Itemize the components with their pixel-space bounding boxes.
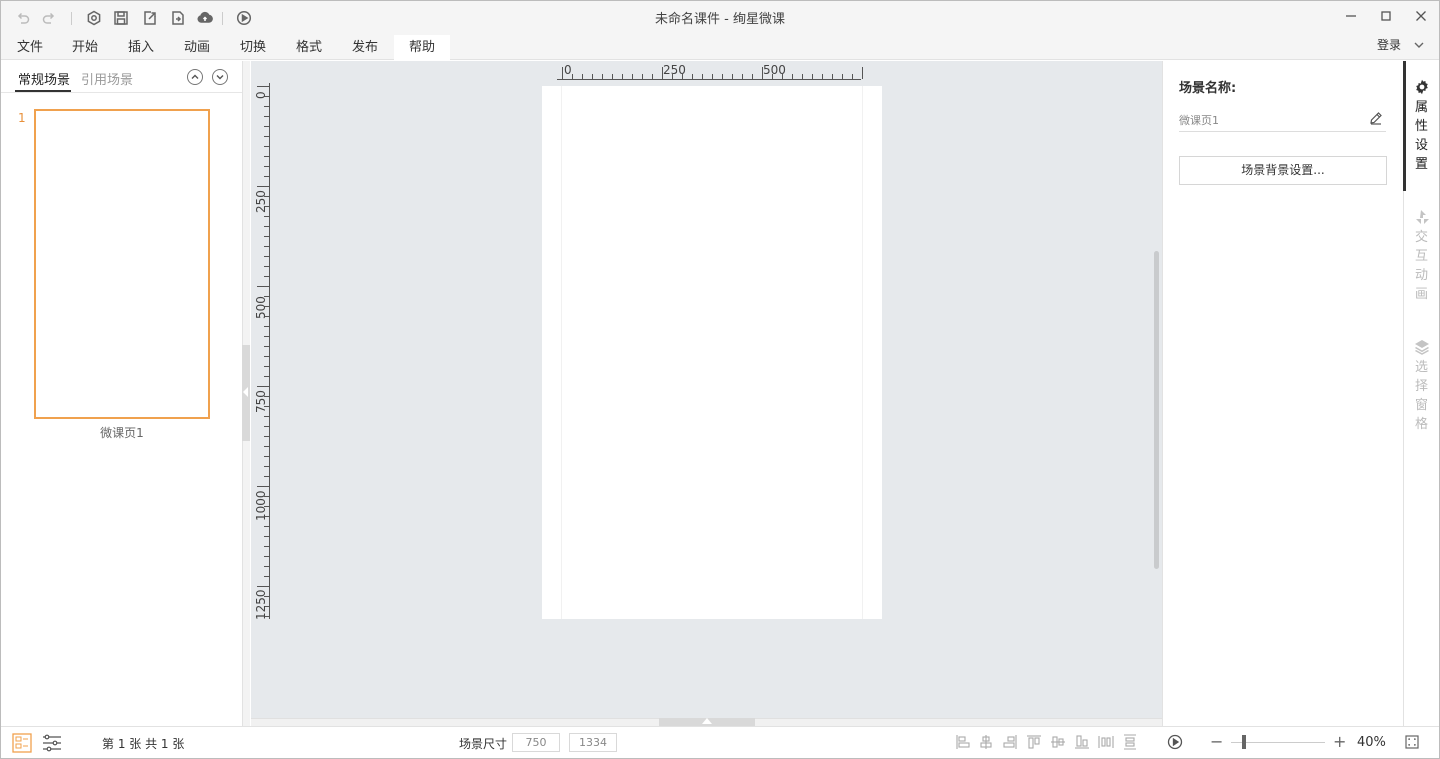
preview-play-icon[interactable] — [235, 8, 253, 28]
tab-regular-scenes[interactable]: 常规场景 — [18, 69, 70, 88]
chevron-down-icon[interactable] — [212, 69, 228, 85]
minimize-button[interactable] — [1337, 6, 1365, 26]
scene-size-label: 场景尺寸 — [459, 737, 508, 751]
menu-help[interactable]: 帮助 — [394, 35, 450, 61]
vertical-ruler — [257, 83, 270, 619]
scene-number: 1 — [18, 111, 26, 125]
menu-insert[interactable]: 插入 — [120, 35, 162, 60]
ruler-label-v: 250 — [254, 190, 268, 213]
redo-icon[interactable] — [40, 8, 58, 28]
menu-animation[interactable]: 动画 — [176, 35, 218, 60]
scene-name-input[interactable] — [1179, 109, 1386, 132]
scene-height-input[interactable]: 1334 — [569, 733, 617, 752]
export-icon[interactable] — [169, 8, 187, 28]
menu-transition[interactable]: 切换 — [232, 35, 274, 60]
ruler-label-h: 250 — [663, 63, 686, 77]
ruler-label-v: 1000 — [254, 490, 268, 521]
align-top-icon[interactable] — [1026, 734, 1042, 750]
menu-file[interactable]: 文件 — [9, 35, 51, 60]
zoom-level: 40% — [1357, 735, 1386, 750]
chevron-down-icon[interactable] — [1413, 39, 1427, 53]
tab-divider — [1, 92, 242, 93]
side-tab-interaction[interactable]: 交互动画 — [1404, 209, 1439, 304]
align-bottom-icon[interactable] — [1074, 734, 1090, 750]
side-tab-properties[interactable]: 属性设置 — [1404, 79, 1439, 174]
zoom-slider-handle[interactable] — [1242, 735, 1246, 749]
ruler-label-v: 750 — [254, 390, 268, 413]
zoom-out-button[interactable]: − — [1210, 732, 1223, 751]
distribute-horizontal-icon[interactable] — [1098, 734, 1114, 750]
safe-area-guide — [862, 86, 863, 619]
ruler-label-v: 500 — [254, 296, 268, 319]
align-middle-v-icon[interactable] — [1050, 734, 1066, 750]
ruler-label-h: 0 — [564, 63, 572, 77]
import-icon[interactable] — [141, 8, 159, 28]
vertical-scrollbar[interactable] — [1154, 251, 1159, 569]
edit-pencil-icon[interactable] — [1369, 111, 1383, 125]
undo-icon[interactable] — [14, 8, 32, 28]
toolbar-separator — [222, 12, 223, 25]
menu-format[interactable]: 格式 — [288, 35, 330, 60]
timeline-settings-icon[interactable] — [41, 732, 63, 754]
fit-screen-icon[interactable] — [1405, 735, 1419, 749]
side-tab-selection-pane[interactable]: 选择窗格 — [1404, 339, 1439, 434]
menu-bar: 文件 开始 插入 动画 切换 格式 发布 帮助 登录 — [1, 35, 1439, 61]
chevron-up-icon[interactable] — [187, 69, 203, 85]
save-icon[interactable] — [112, 8, 130, 28]
login-link[interactable]: 登录 — [1377, 36, 1401, 53]
animation-icon — [1415, 210, 1429, 224]
app-window: 未命名课件 - 绚星微课 文件 开始 插入 动画 切换 格式 发布 帮助 登录 … — [0, 0, 1440, 759]
align-right-icon[interactable] — [1002, 734, 1018, 750]
align-center-h-icon[interactable] — [978, 734, 994, 750]
side-tab-label: 属性设置 — [1414, 100, 1428, 172]
tab-referenced-scenes[interactable]: 引用场景 — [81, 69, 133, 88]
window-title: 未命名课件 - 绚星微课 — [655, 12, 785, 27]
maximize-button[interactable] — [1372, 6, 1400, 26]
side-tab-label: 选择窗格 — [1414, 360, 1428, 432]
ruler-label-v: 1250 — [254, 589, 268, 620]
side-tab-label: 交互动画 — [1414, 230, 1428, 302]
play-icon[interactable] — [1167, 734, 1183, 750]
menu-publish[interactable]: 发布 — [344, 35, 386, 60]
distribute-vertical-icon[interactable] — [1122, 734, 1138, 750]
menu-home[interactable]: 开始 — [64, 35, 106, 60]
zoom-in-button[interactable]: + — [1333, 732, 1346, 751]
cloud-upload-icon[interactable] — [195, 8, 215, 28]
settings-hex-icon[interactable] — [85, 8, 103, 28]
ruler-label-h: 500 — [763, 63, 786, 77]
scene-background-button[interactable]: 场景背景设置... — [1179, 156, 1387, 185]
scene-name-heading: 场景名称: — [1179, 81, 1237, 96]
layers-icon — [1414, 340, 1429, 355]
align-left-icon[interactable] — [955, 734, 971, 750]
toolbar-separator — [71, 12, 72, 25]
page-counter: 第 1 张 共 1 张 — [102, 737, 185, 751]
collapse-up-icon — [702, 718, 712, 724]
safe-area-guide — [561, 86, 562, 619]
scene-stage[interactable] — [542, 86, 882, 619]
scene-name-label: 微课页1 — [100, 426, 144, 440]
ruler-label-v: 0 — [254, 91, 268, 99]
scene-thumbnail[interactable] — [34, 109, 210, 419]
collapse-left-icon — [243, 387, 248, 397]
title-bar: 未命名课件 - 绚星微课 — [1, 1, 1439, 35]
close-button[interactable] — [1407, 6, 1435, 26]
horizontal-ruler — [557, 67, 863, 80]
gear-icon — [1415, 79, 1428, 95]
thumbnail-view-icon[interactable] — [11, 732, 33, 754]
scene-width-input[interactable]: 750 — [512, 733, 560, 752]
